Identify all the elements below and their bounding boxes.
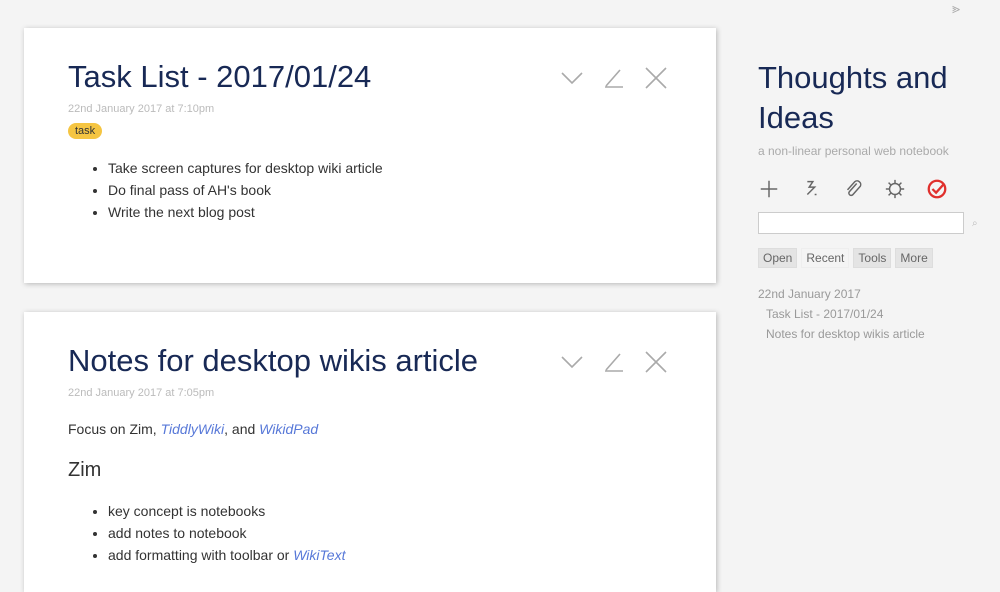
search-input[interactable] <box>758 212 964 234</box>
recent-date: 22nd January 2017 <box>758 287 861 301</box>
section-heading: Zim <box>68 459 102 481</box>
tiddler-date: 22nd January 2017 at 7:05pm <box>68 387 215 399</box>
tab-recent[interactable]: Recent <box>801 248 850 268</box>
recent-link[interactable]: Notes for desktop wikis article <box>758 324 998 344</box>
list-item: add formatting with toolbar or WikiText <box>108 544 672 566</box>
import-icon[interactable] <box>800 178 822 200</box>
search-icon[interactable]: ⌕ <box>972 218 978 229</box>
save-check-icon[interactable] <box>926 178 948 200</box>
chevron-down-icon[interactable] <box>560 66 584 90</box>
sidebar-toggle-button[interactable]: ⪢ <box>952 0 960 17</box>
tag-pill[interactable]: task <box>68 123 103 139</box>
paperclip-icon[interactable] <box>842 178 864 200</box>
tiddler-date: 22nd January 2017 at 7:10pm <box>68 103 215 115</box>
list-item: Do final pass of AH's book <box>108 179 672 201</box>
recent-link[interactable]: Task List - 2017/01/24 <box>758 304 998 324</box>
chevron-down-icon[interactable] <box>560 350 584 374</box>
plus-icon[interactable] <box>758 178 780 200</box>
tiddler-task-list: Task List - 2017/01/24 22nd January 2017… <box>24 28 716 283</box>
list-item: Take screen captures for desktop wiki ar… <box>108 157 672 179</box>
list-item-text: add formatting with toolbar or <box>108 547 290 563</box>
link-wikitext[interactable]: WikiText <box>293 547 345 563</box>
link-wikidpad[interactable]: WikidPad <box>259 421 318 437</box>
list-item: add notes to notebook <box>108 522 672 544</box>
link-tiddlywiki[interactable]: TiddlyWiki <box>161 421 225 437</box>
intro-and: , and <box>224 421 256 437</box>
close-icon[interactable] <box>644 350 668 374</box>
intro-label: Focus on Zim, <box>68 421 157 437</box>
list-item: Write the next blog post <box>108 201 672 223</box>
edit-icon[interactable] <box>602 350 626 374</box>
close-icon[interactable] <box>644 66 668 90</box>
edit-icon[interactable] <box>602 66 626 90</box>
site-subtitle: a non-linear personal web notebook <box>758 144 949 158</box>
site-title: Thoughts and Ideas <box>758 60 948 135</box>
sidebar: Thoughts and Ideas a non-linear personal… <box>758 58 998 344</box>
tab-more[interactable]: More <box>895 248 933 268</box>
gear-icon[interactable] <box>884 178 906 200</box>
intro-text: Focus on Zim, TiddlyWiki, and WikidPad <box>68 421 672 437</box>
tab-open[interactable]: Open <box>758 248 798 268</box>
tab-tools[interactable]: Tools <box>853 248 892 268</box>
tiddler-notes: Notes for desktop wikis article 22nd Jan… <box>24 312 716 592</box>
list-item: key concept is notebooks <box>108 500 672 522</box>
